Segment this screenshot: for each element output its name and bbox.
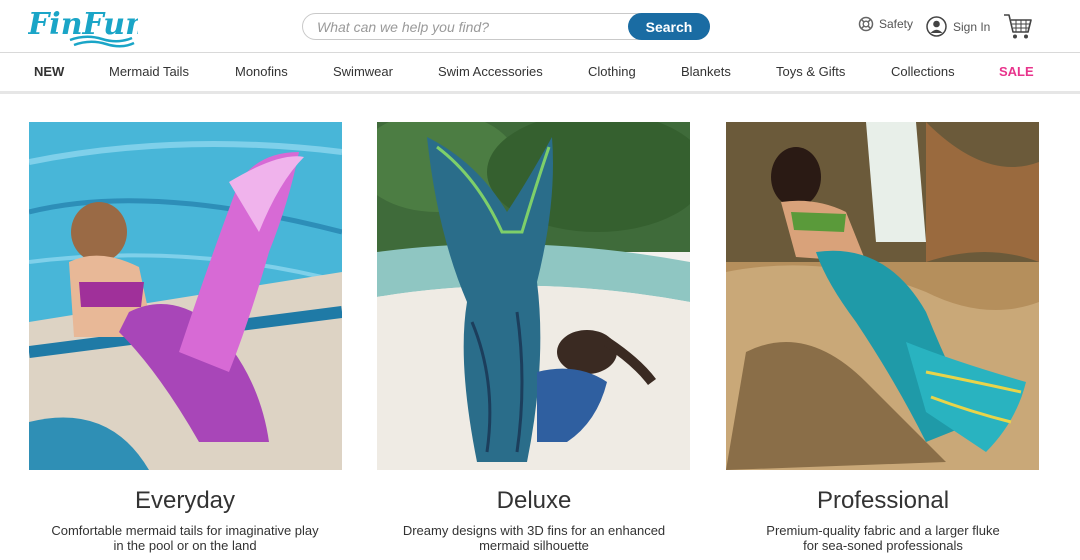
- card-desc-line: for sea-soned professionals: [803, 538, 963, 553]
- nav-item-toys-gifts[interactable]: Toys & Gifts: [776, 64, 845, 79]
- nav-item-clothing[interactable]: Clothing: [588, 64, 636, 79]
- main-nav: NEW Mermaid Tails Monofins Swimwear Swim…: [0, 53, 1080, 94]
- nav-item-blankets[interactable]: Blankets: [681, 64, 731, 79]
- deluxe-tail-image[interactable]: [377, 122, 690, 470]
- nav-item-sale[interactable]: SALE: [999, 64, 1034, 79]
- card-desc-line: mermaid silhouette: [479, 538, 589, 553]
- safety-label: Safety: [879, 17, 914, 31]
- professional-tail-image[interactable]: [726, 122, 1039, 470]
- nav-item-new[interactable]: NEW: [34, 64, 64, 79]
- user-icon: [926, 16, 947, 37]
- sign-in-link[interactable]: Sign In: [926, 16, 990, 37]
- card-title-professional[interactable]: Professional: [718, 487, 1048, 515]
- card-desc-professional: Premium-quality fabric and a larger fluk…: [718, 523, 1048, 553]
- card-desc-line: Comfortable mermaid tails for imaginativ…: [51, 523, 319, 538]
- finfun-logo[interactable]: FinFun: [28, 4, 138, 50]
- search-bar: Search: [302, 13, 710, 40]
- nav-item-mermaid-tails[interactable]: Mermaid Tails: [109, 64, 189, 79]
- card-desc-line: in the pool or on the land: [113, 538, 257, 553]
- nav-item-swim-accessories[interactable]: Swim Accessories: [438, 64, 543, 79]
- card-desc-line: Premium-quality fabric and a larger fluk…: [766, 523, 1000, 538]
- card-desc-line: Dreamy designs with 3D fins for an enhan…: [402, 523, 666, 538]
- card-title-everyday[interactable]: Everyday: [20, 487, 350, 515]
- site-header: FinFun Search Safety Sign In: [0, 0, 1080, 53]
- search-button[interactable]: Search: [628, 13, 710, 40]
- card-title-deluxe[interactable]: Deluxe: [369, 487, 699, 515]
- search-input[interactable]: [317, 18, 617, 36]
- nav-item-collections[interactable]: Collections: [891, 64, 955, 79]
- nav-item-monofins[interactable]: Monofins: [235, 64, 288, 79]
- sign-in-label: Sign In: [953, 19, 991, 34]
- nav-item-swimwear[interactable]: Swimwear: [333, 64, 393, 79]
- safety-link[interactable]: Safety: [858, 16, 913, 32]
- everyday-tail-image[interactable]: [29, 122, 342, 470]
- cart-icon[interactable]: [1003, 13, 1033, 40]
- card-desc-everyday: Comfortable mermaid tails for imaginativ…: [20, 523, 350, 553]
- card-desc-deluxe: Dreamy designs with 3D fins for an enhan…: [369, 523, 699, 553]
- life-ring-icon: [858, 16, 874, 32]
